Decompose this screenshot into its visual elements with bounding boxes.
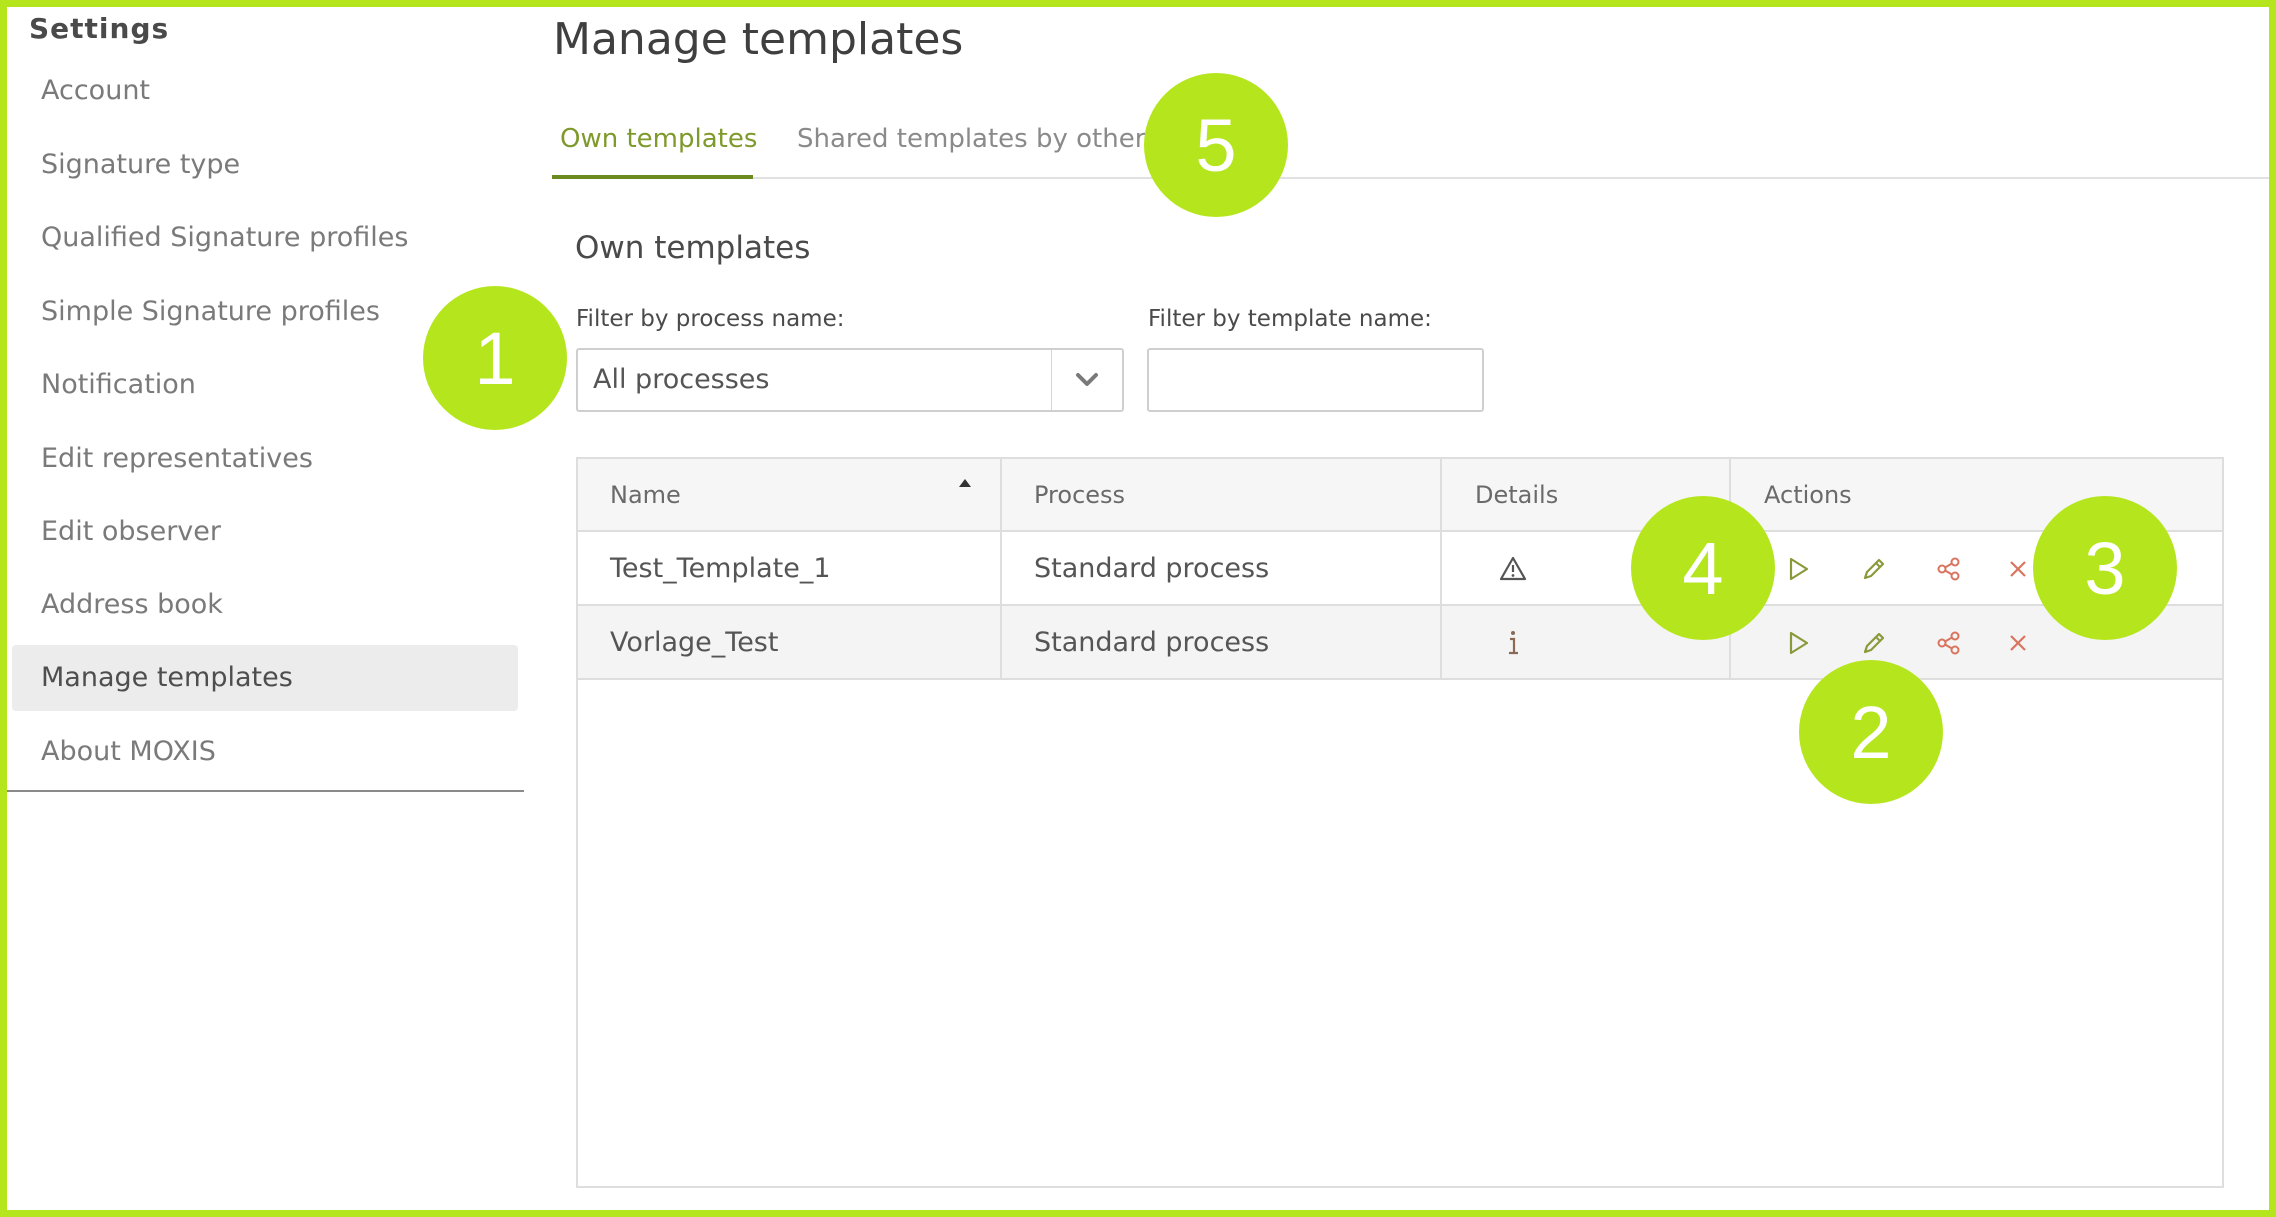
templates-table: Name Process Details Actions Test_Templa… xyxy=(576,457,2224,1188)
annotation-badge-4: 4 xyxy=(1631,496,1775,640)
table-header-row: Name Process Details Actions xyxy=(578,459,2222,532)
sidebar-item-label: Edit observer xyxy=(41,516,221,547)
table-row[interactable]: Vorlage_Test Standard process xyxy=(578,606,2222,680)
annotation-badge-1: 1 xyxy=(423,286,567,430)
column-header-process[interactable]: Process xyxy=(1034,459,1125,530)
sidebar-item-label: Qualified Signature profiles xyxy=(41,222,409,253)
sidebar-item-label: Manage templates xyxy=(41,662,293,693)
sidebar-item-edit-observer[interactable]: Edit observer xyxy=(12,499,518,565)
column-header-name[interactable]: Name xyxy=(610,459,681,530)
play-icon[interactable] xyxy=(1779,623,1819,663)
sidebar-item-label: Signature type xyxy=(41,149,241,180)
sidebar-item-account[interactable]: Account xyxy=(12,58,518,124)
sidebar-item-label: Address book xyxy=(41,589,223,620)
sidebar-item-label: Simple Signature profiles xyxy=(41,296,380,327)
active-tab-underline xyxy=(552,175,753,179)
tab-own-templates[interactable]: Own templates xyxy=(560,124,757,154)
process-filter-select[interactable]: All processes xyxy=(576,348,1124,412)
sidebar-item-about-moxis[interactable]: About MOXIS xyxy=(12,719,518,785)
annotation-badge-5: 5 xyxy=(1144,73,1288,217)
tab-shared-templates-by-others[interactable]: Shared templates by others xyxy=(797,124,1159,154)
section-title: Own templates xyxy=(575,230,811,266)
play-icon[interactable] xyxy=(1779,549,1819,589)
template-name-filter-input[interactable] xyxy=(1147,348,1484,412)
sidebar-item-qualified-signature-profiles[interactable]: Qualified Signature profiles xyxy=(12,205,518,271)
share-icon[interactable] xyxy=(1929,623,1969,663)
template-name: Test_Template_1 xyxy=(610,552,831,584)
sort-ascending-icon[interactable] xyxy=(959,479,971,487)
pencil-icon[interactable] xyxy=(1854,549,1894,589)
chevron-down-icon[interactable] xyxy=(1052,350,1122,410)
column-header-actions: Actions xyxy=(1764,480,1852,509)
template-process: Standard process xyxy=(1034,552,1270,584)
share-icon[interactable] xyxy=(1929,549,1969,589)
template-filter-label: Filter by template name: xyxy=(1148,306,1432,332)
column-divider xyxy=(1440,459,1442,680)
close-icon[interactable] xyxy=(1998,549,2038,589)
sidebar-title: Settings xyxy=(29,12,170,45)
sidebar-item-manage-templates[interactable]: Manage templates xyxy=(12,645,518,711)
sidebar-item-edit-representatives[interactable]: Edit representatives xyxy=(12,426,518,492)
column-divider xyxy=(1000,459,1002,680)
close-icon[interactable] xyxy=(1998,623,2038,663)
sidebar-item-address-book[interactable]: Address book xyxy=(12,572,518,638)
sidebar-item-label: Account xyxy=(41,75,151,106)
warning-icon[interactable] xyxy=(1493,549,1533,589)
tabs-divider xyxy=(552,177,2269,179)
sidebar-divider xyxy=(7,790,524,792)
table-row[interactable]: Test_Template_1 Standard process xyxy=(578,532,2222,606)
process-filter-value: All processes xyxy=(593,364,770,395)
column-header-details: Details xyxy=(1475,480,1559,509)
sidebar-item-label: Notification xyxy=(41,369,196,400)
sidebar-item-label: Edit representatives xyxy=(41,443,313,474)
sidebar-item-signature-type[interactable]: Signature type xyxy=(12,132,518,198)
annotation-badge-3: 3 xyxy=(2033,496,2177,640)
info-icon[interactable] xyxy=(1493,623,1533,663)
template-process: Standard process xyxy=(1034,626,1270,658)
annotation-badge-2: 2 xyxy=(1799,660,1943,804)
template-name: Vorlage_Test xyxy=(610,626,779,658)
sidebar-item-label: About MOXIS xyxy=(41,736,216,767)
pencil-icon[interactable] xyxy=(1854,623,1894,663)
page-title: Manage templates xyxy=(553,14,964,65)
process-filter-label: Filter by process name: xyxy=(576,306,845,332)
